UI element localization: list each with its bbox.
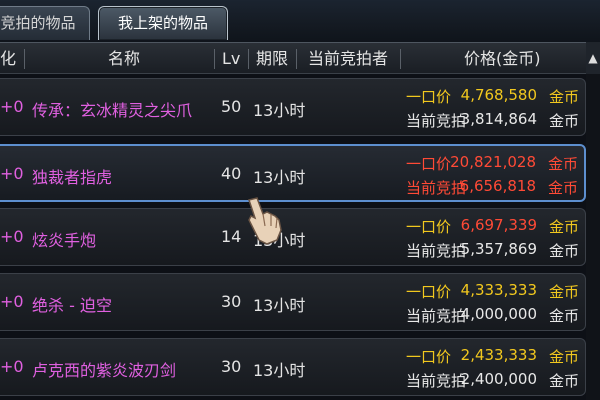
scroll-up-arrow-icon[interactable]: ▲ xyxy=(586,42,600,74)
item-name: 卢克西的紫炎波刃剑 xyxy=(32,361,177,380)
header-price[interactable]: 价格(金币) xyxy=(464,43,541,75)
buyout-currency: 金币 xyxy=(548,88,579,106)
current-bid-price: 3,814,864 xyxy=(460,110,537,128)
item-name: 传承：玄冰精灵之尖爪 xyxy=(32,101,193,120)
listing-row-selected[interactable]: +0 独裁者指虎 40 13小时 一口价 20,821,028 金币 当前竞拍 … xyxy=(0,144,586,202)
current-bid-price: 5,357,869 xyxy=(460,240,537,258)
buyout-price: 2,433,333 xyxy=(460,346,537,364)
header-duration[interactable]: 期限 xyxy=(256,43,288,75)
item-level: 40 xyxy=(221,164,242,183)
header-name[interactable]: 名称 xyxy=(108,43,140,75)
header-divider xyxy=(248,49,249,69)
current-bid-price: 6,656,818 xyxy=(459,177,536,195)
buyout-currency: 金币 xyxy=(548,218,579,236)
current-bid-currency: 金币 xyxy=(548,242,579,260)
current-bid-price: 4,000,000 xyxy=(460,305,537,323)
buyout-label: 一口价 xyxy=(406,155,452,173)
header-divider xyxy=(24,49,25,69)
buyout-price: 4,768,580 xyxy=(460,86,537,104)
item-level: 30 xyxy=(221,292,242,311)
current-bid-price: 2,400,000 xyxy=(460,370,537,388)
header-divider xyxy=(400,49,401,69)
item-name: 独裁者指虎 xyxy=(32,168,113,187)
current-bid-currency: 金币 xyxy=(548,112,579,130)
current-bid-label: 当前竞拍 xyxy=(406,179,467,197)
listing-row[interactable]: +0 绝杀 - 迫空 30 13小时 一口价 4,333,333 金币 当前竞拍… xyxy=(0,273,586,331)
remaining-time: 13小时 xyxy=(253,101,306,120)
buyout-label: 一口价 xyxy=(406,218,452,236)
buyout-price: 4,333,333 xyxy=(460,281,537,299)
buyout-currency: 金币 xyxy=(548,348,579,366)
scrollbar-track[interactable] xyxy=(586,74,600,400)
listing-row[interactable]: +0 炫炎手炮 14 13小时 一口价 6,697,339 金币 当前竞拍 5,… xyxy=(0,208,586,266)
header-lv[interactable]: Lv xyxy=(222,43,240,75)
buyout-price: 6,697,339 xyxy=(460,216,537,234)
current-bid-label: 当前竞拍 xyxy=(406,372,467,390)
enhance-level: +0 xyxy=(0,164,24,183)
current-bid-currency: 金币 xyxy=(547,179,578,197)
buyout-label: 一口价 xyxy=(406,283,452,301)
enhance-level: +0 xyxy=(0,357,24,376)
enhance-level: +0 xyxy=(0,227,24,246)
header-enhance: 化 xyxy=(0,49,17,68)
header-current-bidder[interactable]: 当前竞拍者 xyxy=(308,43,388,75)
enhance-level: +0 xyxy=(0,97,24,116)
current-bid-label: 当前竞拍 xyxy=(406,307,467,325)
current-bid-currency: 金币 xyxy=(548,372,579,390)
enhance-level: +0 xyxy=(0,292,24,311)
remaining-time: 13小时 xyxy=(253,296,306,315)
listing-row[interactable]: +0 传承：玄冰精灵之尖爪 50 13小时 一口价 4,768,580 金币 当… xyxy=(0,78,586,136)
buyout-currency: 金币 xyxy=(548,283,579,301)
header-divider xyxy=(296,49,297,69)
hand-cursor-icon xyxy=(248,197,282,245)
item-name: 绝杀 - 迫空 xyxy=(32,296,112,315)
tab-my-listed-items[interactable]: 我上架的物品 xyxy=(98,6,228,40)
listing-row[interactable]: +0 卢克西的紫炎波刃剑 30 13小时 一口价 2,433,333 金币 当前… xyxy=(0,338,586,396)
item-name: 炫炎手炮 xyxy=(32,231,97,250)
item-level: 30 xyxy=(221,357,242,376)
current-bid-label: 当前竞拍 xyxy=(406,112,467,130)
item-level: 14 xyxy=(221,227,242,246)
tab-bar xyxy=(0,0,600,42)
current-bid-currency: 金币 xyxy=(548,307,579,325)
remaining-time: 13小时 xyxy=(253,361,306,380)
column-header: 化 名称 Lv 期限 当前竞拍者 价格(金币) xyxy=(0,42,600,74)
item-level: 50 xyxy=(221,97,242,116)
buyout-label: 一口价 xyxy=(406,88,452,106)
header-divider xyxy=(214,49,215,69)
buyout-price: 20,821,028 xyxy=(450,153,536,171)
remaining-time: 13小时 xyxy=(253,168,306,187)
tab-bidding-items[interactable]: 竞拍的物品 xyxy=(0,6,90,40)
buyout-label: 一口价 xyxy=(406,348,452,366)
buyout-currency: 金币 xyxy=(547,155,578,173)
current-bid-label: 当前竞拍 xyxy=(406,242,467,260)
